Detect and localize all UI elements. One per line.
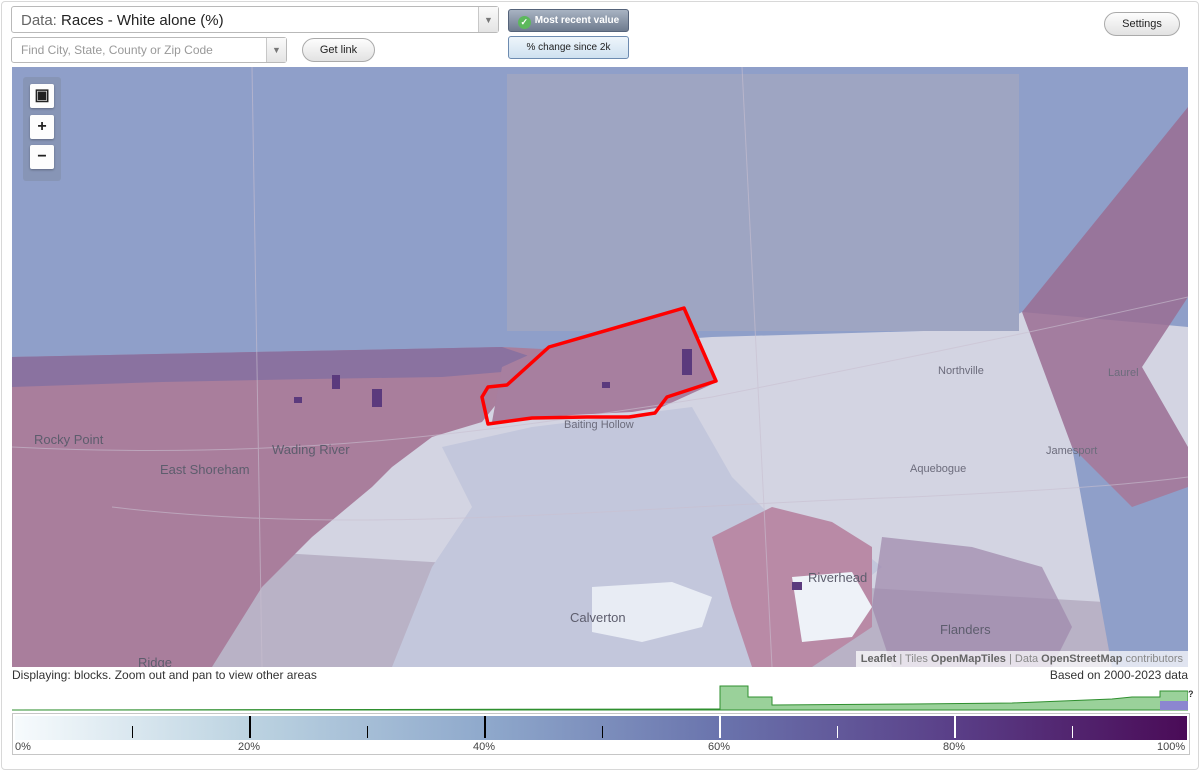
place-ridge: Ridge	[138, 655, 172, 667]
color-legend: 0% 20% 40% 60% 80% 100%	[12, 713, 1190, 755]
legend-label: 60%	[708, 741, 731, 753]
unknown-marker: ?	[1188, 689, 1194, 699]
place-rocky-point: Rocky Point	[34, 432, 104, 447]
most-recent-label: Most recent value	[534, 15, 620, 26]
place-riverhead: Riverhead	[808, 570, 868, 585]
displaying-status: Displaying: blocks. Zoom out and pan to …	[12, 668, 317, 682]
place-wading-river: Wading River	[272, 442, 350, 457]
data-prefix: Data:	[21, 12, 57, 29]
value-histogram	[12, 685, 1188, 711]
place-laurel: Laurel	[1108, 367, 1139, 379]
place-jamesport: Jamesport	[1046, 445, 1098, 457]
place-calverton: Calverton	[570, 610, 626, 625]
zoom-out-button[interactable]: −	[30, 145, 54, 169]
legend-label: 40%	[473, 741, 496, 753]
unavailable-tile	[507, 74, 1019, 331]
settings-button[interactable]: Settings	[1104, 12, 1180, 36]
data-range-status: Based on 2000-2023 data	[1049, 668, 1188, 682]
place-baiting-hollow: Baiting Hollow	[564, 419, 634, 431]
chevron-down-icon[interactable]: ▼	[266, 38, 286, 62]
legend-label: 20%	[238, 741, 261, 753]
legend-label: 100%	[1157, 741, 1186, 753]
map-canvas	[12, 67, 1188, 667]
map-attribution: Leaflet | Tiles OpenMapTiles | Data Open…	[855, 651, 1188, 667]
data-value: Races - White alone (%)	[61, 12, 224, 29]
check-icon: ✓	[517, 16, 531, 29]
attribution-tiles-link[interactable]: OpenMapTiles	[931, 653, 1006, 665]
fullscreen-icon[interactable]: ▣	[30, 84, 54, 108]
most-recent-value-toggle[interactable]: ✓ Most recent value	[508, 9, 629, 32]
chevron-down-icon[interactable]: ▼	[478, 7, 498, 32]
map-viewport[interactable]: Rocky Point East Shoreham Wading River B…	[12, 67, 1188, 667]
legend-gradient	[15, 716, 1187, 740]
attribution-osm-link[interactable]: OpenStreetMap	[1041, 653, 1122, 665]
place-east-shoreham: East Shoreham	[160, 462, 250, 477]
legend-label: 0%	[15, 741, 31, 753]
zoom-control: ▣ + −	[23, 77, 61, 181]
attribution-leaflet-link[interactable]: Leaflet	[861, 653, 896, 665]
place-northville: Northville	[938, 365, 984, 377]
location-search-input[interactable]: Find City, State, County or Zip Code ▼	[11, 37, 287, 63]
pct-change-toggle[interactable]: % change since 2k	[508, 36, 629, 59]
place-flanders: Flanders	[940, 622, 991, 637]
place-aquebogue: Aquebogue	[910, 463, 967, 475]
data-select[interactable]: Data: Races - White alone (%) ▼	[11, 6, 499, 33]
zoom-in-button[interactable]: +	[30, 115, 54, 139]
location-placeholder: Find City, State, County or Zip Code	[21, 43, 213, 57]
get-link-button[interactable]: Get link	[302, 38, 375, 62]
legend-label: 80%	[943, 741, 966, 753]
